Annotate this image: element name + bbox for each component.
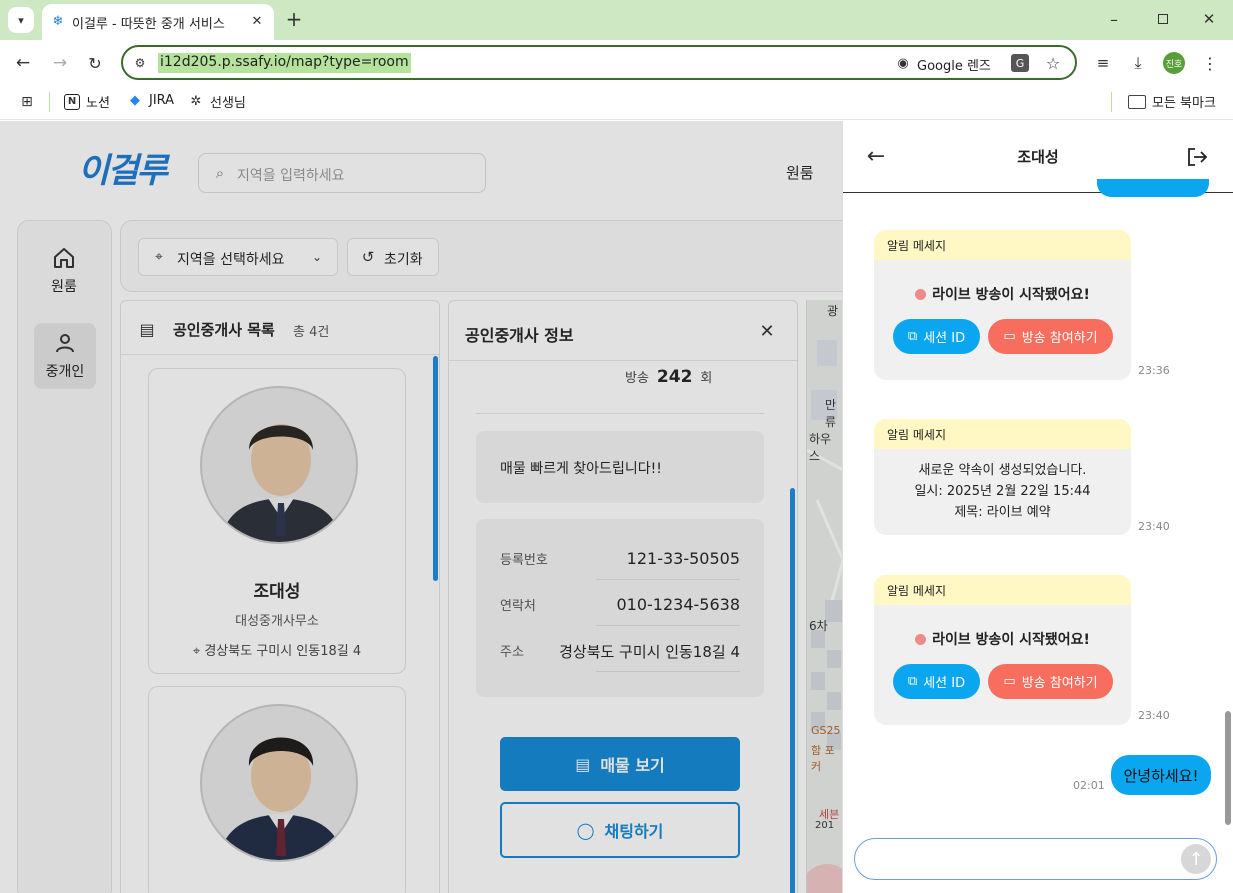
menu-kebab-icon[interactable]: ⋮: [1200, 53, 1220, 73]
appointment-line: 제목: 라이브 예약: [954, 505, 1051, 520]
url-bar[interactable]: ⚙ i12d205.p.ssafy.io/map?type=room ◉ Goo…: [121, 45, 1077, 80]
all-bookmarks[interactable]: 모든 북마크: [1128, 92, 1216, 111]
browser-tab-bar: ▾ ❄ 이걸루 - 따뜻한 중개 서비스 ✕ + – ✕: [0, 0, 1233, 40]
tab-search-icon[interactable]: ▾: [8, 7, 34, 33]
live-dot-icon: [915, 634, 927, 645]
notice-header: 알림 메세지: [874, 575, 1131, 605]
bookmark-label: 선생님: [210, 96, 246, 111]
previous-message-bubble: [1097, 179, 1209, 197]
video-icon: ▭: [1003, 329, 1016, 344]
chat-panel: ← 조대성 알림 메세지 라이브 방송이 시작됐어요! ⧉ 세션 ID ▭ 방송 참…: [842, 121, 1233, 893]
bookmark-label: JIRA: [149, 92, 175, 108]
url-text[interactable]: i12d205.p.ssafy.io/map?type=room: [158, 53, 411, 73]
apps-grid-icon[interactable]: ⊞: [18, 93, 36, 111]
profile-avatar[interactable]: 진호: [1163, 52, 1185, 74]
message-time: 23:40: [1138, 709, 1170, 722]
video-icon: ▭: [1003, 674, 1016, 689]
my-message-bubble: 안녕하세요!: [1111, 755, 1211, 795]
chat-scrollbar[interactable]: [1225, 711, 1231, 825]
join-broadcast-button[interactable]: ▭ 방송 참여하기: [988, 319, 1113, 354]
message-time: 02:01: [1073, 779, 1105, 792]
site-info-icon[interactable]: ⚙: [131, 54, 149, 72]
copy-icon: ⧉: [907, 329, 918, 344]
reload-icon[interactable]: ↻: [84, 52, 106, 74]
join-broadcast-label: 방송 참여하기: [1021, 331, 1098, 346]
notice-message: 알림 메세지 새로운 약속이 생성되었습니다. 일시: 2025년 2월 22일…: [874, 419, 1131, 535]
chat-input[interactable]: ↑: [854, 838, 1217, 880]
tab-close-icon[interactable]: ✕: [248, 12, 266, 30]
notice-header: 알림 메세지: [874, 230, 1131, 260]
translate-icon[interactable]: G: [1011, 54, 1029, 72]
bookmarks-bar: ⊞ N 노션 ◆ JIRA ✲ 선생님 모든 북마크: [0, 86, 1233, 120]
lens-icon[interactable]: ◉: [894, 54, 912, 72]
maximize-icon[interactable]: [1158, 14, 1168, 24]
bookmark-star-icon[interactable]: ☆: [1043, 53, 1063, 73]
live-notice-label: 라이브 방송이 시작됐어요!: [932, 287, 1090, 303]
tab-title: 이걸루 - 따뜻한 중개 서비스: [72, 17, 225, 32]
notice-message: 알림 메세지 라이브 방송이 시작됐어요! ⧉ 세션 ID ▭ 방송 참여하기: [874, 230, 1131, 380]
jira-icon: ◆: [130, 92, 140, 108]
message-time: 23:36: [1138, 364, 1170, 377]
copy-icon: ⧉: [907, 674, 918, 689]
message-time: 23:40: [1138, 520, 1170, 533]
download-icon[interactable]: ⤓: [1128, 53, 1148, 73]
openai-icon: ✲: [190, 94, 202, 109]
session-id-label: 세션 ID: [923, 331, 966, 346]
appointment-line: 일시: 2025년 2월 22일 15:44: [914, 484, 1091, 499]
notice-header: 알림 메세지: [874, 419, 1131, 449]
bookmark-notion[interactable]: N 노션: [64, 92, 110, 111]
bookmark-label: 노션: [86, 96, 110, 111]
notice-message: 알림 메세지 라이브 방송이 시작됐어요! ⧉ 세션 ID ▭ 방송 참여하기: [874, 575, 1131, 725]
modal-dim-overlay[interactable]: [0, 121, 842, 893]
chat-title: 조대성: [1017, 148, 1059, 166]
appointment-line: 새로운 약속이 생성되었습니다.: [918, 463, 1087, 478]
exit-icon[interactable]: [1187, 147, 1209, 167]
lens-label[interactable]: Google 렌즈: [917, 55, 991, 74]
live-notice-text: 라이브 방송이 시작됐어요!: [874, 284, 1131, 304]
session-id-button[interactable]: ⧉ 세션 ID: [893, 319, 980, 354]
send-arrow-icon[interactable]: ↑: [1181, 844, 1211, 874]
bookmark-teacher[interactable]: ✲ 선생님: [188, 92, 246, 111]
site-favicon-icon: ❄: [52, 13, 64, 29]
live-notice-text: 라이브 방송이 시작됐어요!: [874, 629, 1131, 649]
back-icon[interactable]: ←: [12, 52, 34, 74]
forward-icon[interactable]: →: [49, 52, 71, 74]
media-icon[interactable]: ≡: [1093, 53, 1113, 73]
minimize-icon[interactable]: –: [1105, 10, 1123, 29]
join-broadcast-label: 방송 참여하기: [1021, 676, 1098, 691]
all-bookmarks-label: 모든 북마크: [1152, 96, 1216, 111]
bookmark-jira[interactable]: ◆ JIRA: [127, 92, 174, 108]
notion-icon: N: [64, 93, 80, 110]
join-broadcast-button[interactable]: ▭ 방송 참여하기: [988, 664, 1113, 699]
live-dot-icon: [915, 289, 927, 300]
window-close-icon[interactable]: ✕: [1200, 10, 1218, 28]
folder-icon: [1128, 94, 1146, 109]
browser-tab[interactable]: ❄ 이걸루 - 따뜻한 중개 서비스 ✕: [42, 4, 274, 40]
new-tab-icon[interactable]: +: [283, 7, 305, 31]
session-id-button[interactable]: ⧉ 세션 ID: [893, 664, 980, 699]
session-id-label: 세션 ID: [923, 676, 966, 691]
appointment-text: 새로운 약속이 생성되었습니다. 일시: 2025년 2월 22일 15:44 …: [874, 460, 1131, 523]
live-notice-label: 라이브 방송이 시작됐어요!: [932, 632, 1090, 648]
